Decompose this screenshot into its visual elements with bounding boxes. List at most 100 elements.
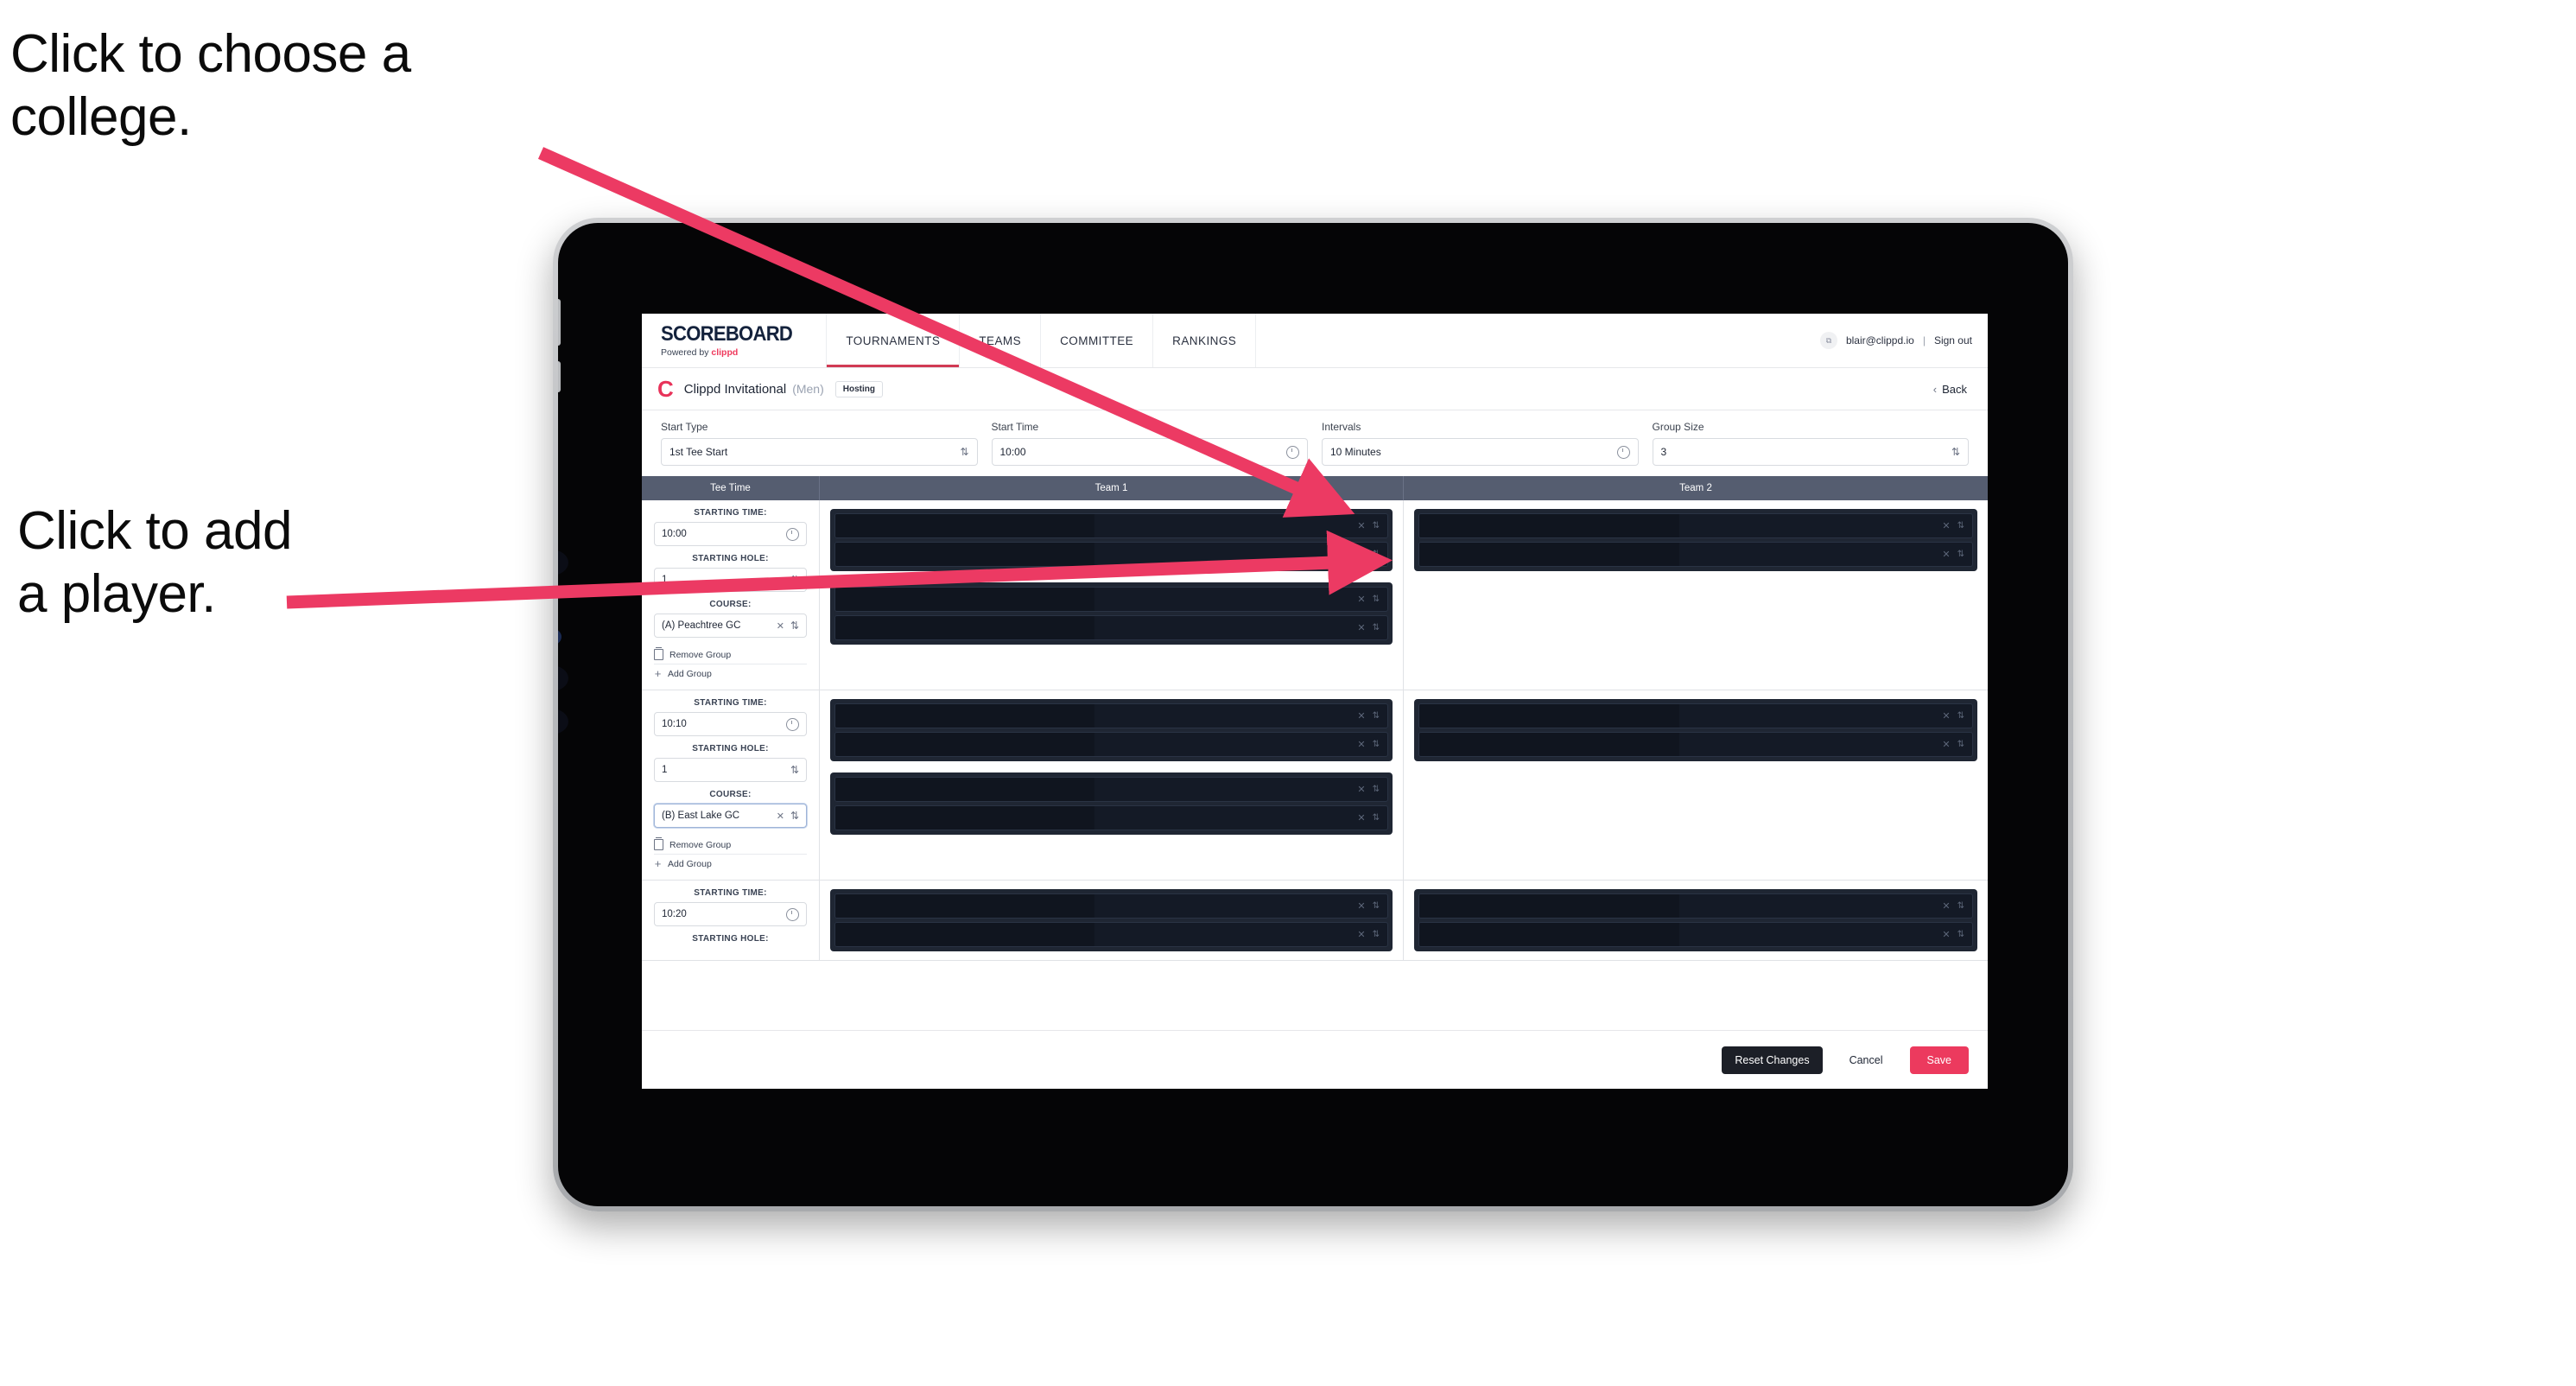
spinner-icon[interactable]: ⇅ (1373, 785, 1380, 794)
tee-times-table[interactable]: STARTING TIME: 10:00 STARTING HOLE: 1 ⇅ … (642, 500, 1988, 1042)
starting-hole-input[interactable]: 1 ⇅ (654, 568, 807, 592)
start-time-input[interactable]: 10:00 (991, 438, 1308, 466)
player-slot[interactable]: ✕ ⇅ (834, 703, 1388, 728)
tablet-screen: SCOREBOARD Powered by clippd TOURNAMENTS… (558, 223, 2068, 1206)
power-button[interactable] (558, 299, 561, 346)
spinner-icon[interactable]: ⇅ (1957, 740, 1964, 749)
clear-icon[interactable]: ✕ (1357, 784, 1365, 795)
brand-sub-prefix: Powered by (661, 346, 712, 358)
spinner-icon[interactable]: ⇅ (1373, 901, 1380, 911)
spinner-icon[interactable]: ⇅ (1957, 930, 1964, 939)
clear-icon[interactable]: ✕ (1357, 594, 1365, 605)
nav-item-teams[interactable]: TEAMS (960, 314, 1042, 367)
intervals-input[interactable]: 10 Minutes (1322, 438, 1639, 466)
player-slot[interactable]: ✕ ⇅ (834, 777, 1388, 802)
clear-icon[interactable]: ✕ (1942, 549, 1950, 560)
player-slot[interactable]: ✕ ⇅ (834, 513, 1388, 538)
page-title: Clippd Invitational (683, 381, 787, 397)
spinner-icon[interactable]: ⇅ (1957, 901, 1964, 911)
spinner-icon[interactable]: ⇅ (1373, 594, 1380, 604)
value: 1 (662, 765, 668, 775)
column-header-team-1: Team 1 (820, 476, 1404, 500)
clear-icon[interactable]: ✕ (777, 620, 784, 632)
course-select[interactable]: (A) Peachtree GC ✕ ⇅ (654, 614, 807, 638)
spinner-icon[interactable]: ⇅ (1373, 813, 1380, 823)
player-slot[interactable]: ✕ ⇅ (1418, 922, 1973, 947)
spinner-icon[interactable]: ⇅ (1373, 550, 1380, 559)
clear-icon[interactable]: ✕ (1942, 710, 1950, 722)
nav-item-rankings[interactable]: RANKINGS (1153, 314, 1257, 367)
nav-item-tournaments[interactable]: TOURNAMENTS (827, 314, 961, 367)
clear-icon[interactable]: ✕ (1942, 520, 1950, 531)
spinner-icon: ⇅ (790, 620, 799, 632)
group-card: ✕ ⇅ ✕ ⇅ (830, 509, 1393, 571)
remove-group-button[interactable]: Remove Group (654, 836, 807, 854)
back-button[interactable]: ‹ Back (1933, 383, 1972, 396)
spinner-icon[interactable]: ⇅ (1957, 521, 1964, 531)
player-slot[interactable]: ✕ ⇅ (834, 587, 1388, 612)
clear-icon[interactable]: ✕ (1357, 549, 1365, 560)
clear-icon[interactable]: ✕ (1357, 812, 1365, 823)
player-slot[interactable]: ✕ ⇅ (834, 732, 1388, 757)
spinner-icon[interactable]: ⇅ (1957, 550, 1964, 559)
starting-time-input[interactable]: 10:20 (654, 902, 807, 926)
clear-icon[interactable]: ✕ (1942, 739, 1950, 750)
starting-hole-input[interactable]: 1 ⇅ (654, 758, 807, 782)
clear-icon[interactable]: ✕ (1942, 900, 1950, 912)
clear-icon[interactable]: ✕ (1357, 739, 1365, 750)
divider: | (1922, 334, 1926, 346)
spinner-icon[interactable]: ⇅ (1373, 521, 1380, 531)
starting-time-input[interactable]: 10:00 (654, 522, 807, 546)
volume-button[interactable] (558, 361, 561, 392)
player-slot[interactable]: ✕ ⇅ (834, 922, 1388, 947)
player-slot[interactable]: ✕ ⇅ (834, 542, 1388, 567)
team-1-cell: ✕ ⇅ ✕ ⇅ (820, 881, 1404, 960)
player-slot[interactable]: ✕ ⇅ (1418, 703, 1973, 728)
player-slot[interactable]: ✕ ⇅ (834, 615, 1388, 640)
nav-item-committee[interactable]: COMMITTEE (1041, 314, 1154, 367)
player-slot[interactable]: ✕ ⇅ (834, 805, 1388, 830)
clear-icon[interactable]: ✕ (1942, 929, 1950, 940)
clear-icon[interactable]: ✕ (777, 811, 784, 822)
clear-icon[interactable]: ✕ (1357, 520, 1365, 531)
avatar[interactable]: ⧉ (1819, 332, 1837, 349)
player-slot[interactable]: ✕ ⇅ (1418, 542, 1973, 567)
table-row: STARTING TIME: 10:00 STARTING HOLE: 1 ⇅ … (642, 500, 1988, 690)
add-group-label: Add Group (668, 858, 712, 869)
sign-out-link[interactable]: Sign out (1934, 334, 1972, 346)
clear-icon[interactable]: ✕ (1357, 622, 1365, 633)
annotation-add-player: Click to add a player. (17, 501, 292, 625)
nav-items: TOURNAMENTS TEAMS COMMITTEE RANKINGS (827, 314, 1257, 367)
spinner-icon[interactable]: ⇅ (1373, 623, 1380, 633)
player-slot[interactable]: ✕ ⇅ (834, 893, 1388, 919)
starting-time-input[interactable]: 10:10 (654, 712, 807, 736)
brand-sub-name: clippd (711, 346, 739, 358)
clear-icon[interactable]: ✕ (1357, 710, 1365, 722)
clear-icon[interactable]: ✕ (1357, 900, 1365, 912)
brand-logo[interactable]: SCOREBOARD Powered by clippd (642, 314, 828, 367)
field-label: Start Time (991, 421, 1039, 433)
player-slot[interactable]: ✕ ⇅ (1418, 893, 1973, 919)
table-row: STARTING TIME: 10:20 STARTING HOLE: ✕ ⇅ ✕… (642, 881, 1988, 961)
cancel-button[interactable]: Cancel (1837, 1046, 1896, 1074)
player-slot[interactable]: ✕ ⇅ (1418, 513, 1973, 538)
clear-icon[interactable]: ✕ (1357, 929, 1365, 940)
clock-icon (1616, 445, 1630, 459)
spinner-icon[interactable]: ⇅ (1373, 740, 1380, 749)
start-type-select[interactable]: 1st Tee Start ⇅ (661, 438, 978, 466)
spinner-icon[interactable]: ⇅ (1373, 711, 1380, 721)
spinner-icon[interactable]: ⇅ (1957, 711, 1964, 721)
add-group-button[interactable]: + Add Group (654, 664, 807, 683)
column-header-team-2: Team 2 (1679, 483, 1712, 493)
action-footer: Reset Changes Cancel Save (642, 1030, 1988, 1089)
add-group-button[interactable]: + Add Group (654, 854, 807, 873)
group-size-select[interactable]: 3 ⇅ (1652, 438, 1969, 466)
save-button[interactable]: Save (1909, 1046, 1969, 1074)
course-select[interactable]: (B) East Lake GC ✕ ⇅ (654, 804, 807, 828)
spinner-icon[interactable]: ⇅ (1373, 930, 1380, 939)
camera-lens-icon (558, 550, 568, 575)
remove-group-button[interactable]: Remove Group (654, 645, 807, 664)
value: 1 (662, 575, 668, 585)
player-slot[interactable]: ✕ ⇅ (1418, 732, 1973, 757)
reset-changes-button[interactable]: Reset Changes (1722, 1046, 1823, 1074)
